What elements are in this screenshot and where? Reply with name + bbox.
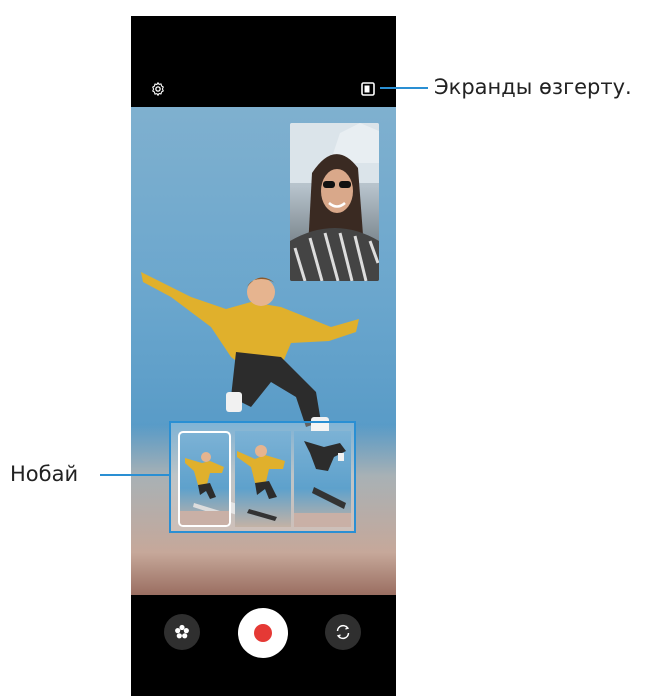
record-button[interactable] bbox=[238, 608, 288, 658]
callout-switch-screens: Экранды өзгерту. bbox=[434, 75, 632, 99]
thumbnail-image bbox=[180, 452, 229, 525]
picture-in-picture-icon bbox=[361, 82, 375, 96]
switch-screen-button[interactable] bbox=[359, 80, 377, 98]
front-camera-preview[interactable] bbox=[290, 123, 379, 281]
settings-button[interactable] bbox=[149, 80, 167, 98]
top-bar bbox=[131, 16, 396, 107]
thumbnail-image bbox=[237, 445, 285, 521]
record-icon bbox=[254, 624, 272, 642]
gear-icon bbox=[152, 82, 164, 96]
callout-line-switch bbox=[380, 87, 428, 89]
thumbnail-selected[interactable] bbox=[178, 431, 231, 527]
flip-camera-button[interactable] bbox=[325, 614, 361, 650]
thumbnail-option[interactable] bbox=[235, 431, 291, 527]
callout-option: Нобай bbox=[10, 462, 79, 486]
selfie-image bbox=[290, 123, 379, 281]
bottom-controls bbox=[131, 595, 396, 696]
thumbnail-image bbox=[294, 441, 351, 527]
phone-screen bbox=[131, 16, 396, 696]
thumbnail-option[interactable] bbox=[294, 431, 351, 527]
effects-button[interactable] bbox=[164, 614, 200, 650]
thumbnail-strip bbox=[169, 421, 356, 533]
callout-line-option bbox=[100, 474, 169, 476]
camera-flip-icon bbox=[336, 624, 350, 640]
flower-icon bbox=[175, 624, 189, 639]
